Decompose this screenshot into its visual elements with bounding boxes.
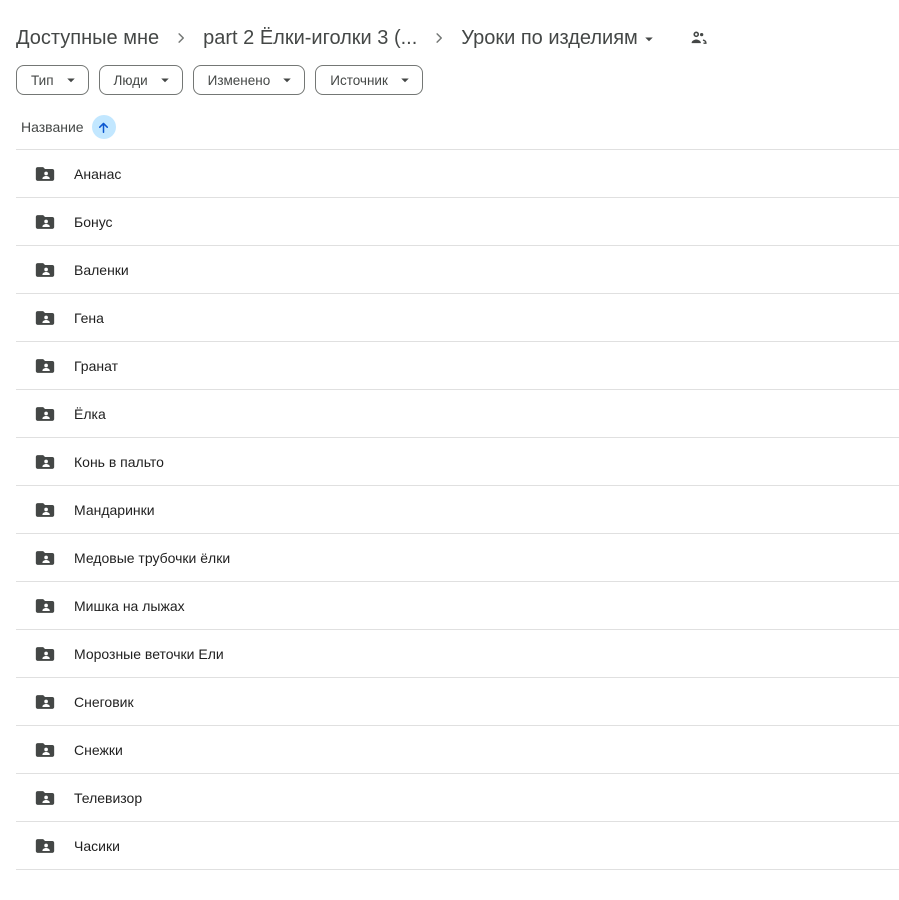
chevron-down-icon xyxy=(62,71,80,89)
filter-chip-source[interactable]: Источник xyxy=(315,65,423,95)
chevron-right-icon xyxy=(424,29,454,47)
table-row[interactable]: Снеговик xyxy=(16,678,899,726)
table-row[interactable]: Валенки xyxy=(16,246,899,294)
table-row[interactable]: Гранат xyxy=(16,342,899,390)
chevron-right-icon xyxy=(166,29,196,47)
table-row[interactable]: Гена xyxy=(16,294,899,342)
file-list-area: Название Ананас Бонус xyxy=(16,105,899,870)
filter-chip-bar: Тип Люди Изменено Источник xyxy=(0,56,899,95)
shared-folder-icon xyxy=(34,211,56,233)
file-list: Ананас Бонус Валенки xyxy=(16,150,899,870)
people-icon xyxy=(688,27,710,49)
shared-folder-icon xyxy=(34,355,56,377)
chevron-down-icon xyxy=(278,71,296,89)
item-name: Гена xyxy=(74,310,104,326)
shared-folder-icon xyxy=(34,307,56,329)
table-row[interactable]: Медовые трубочки ёлки xyxy=(16,534,899,582)
item-name: Валенки xyxy=(74,262,129,278)
shared-folder-icon xyxy=(34,403,56,425)
item-name: Часики xyxy=(74,838,120,854)
shared-folder-icon xyxy=(34,739,56,761)
breadcrumb: Доступные мне part 2 Ёлки-иголки 3 (... … xyxy=(0,0,899,56)
current-folder-label: Уроки по изделиям xyxy=(461,27,638,50)
item-name: Телевизор xyxy=(74,790,142,806)
breadcrumb-item-parent-folder[interactable]: part 2 Ёлки-иголки 3 (... xyxy=(196,24,424,53)
shared-folder-icon xyxy=(34,595,56,617)
filter-chip-type[interactable]: Тип xyxy=(16,65,89,95)
filter-chip-label: Тип xyxy=(31,73,54,88)
sort-ascending-icon xyxy=(92,115,116,139)
item-name: Морозные веточки Ели xyxy=(74,646,224,662)
filter-chip-modified[interactable]: Изменено xyxy=(193,65,306,95)
breadcrumb-item-shared-with-me[interactable]: Доступные мне xyxy=(9,24,166,53)
item-name: Ёлка xyxy=(74,406,106,422)
filter-chip-label: Источник xyxy=(330,73,388,88)
shared-folder-icon xyxy=(34,787,56,809)
list-header: Название xyxy=(16,105,899,150)
table-row[interactable]: Ёлка xyxy=(16,390,899,438)
item-name: Мишка на лыжах xyxy=(74,598,185,614)
table-row[interactable]: Мишка на лыжах xyxy=(16,582,899,630)
table-row[interactable]: Телевизор xyxy=(16,774,899,822)
chevron-down-icon xyxy=(396,71,414,89)
name-column-label: Название xyxy=(21,119,84,135)
shared-folder-icon xyxy=(34,259,56,281)
table-row[interactable]: Бонус xyxy=(16,198,899,246)
item-name: Снежки xyxy=(74,742,123,758)
filter-chip-label: Люди xyxy=(114,73,148,88)
shared-folder-icon xyxy=(34,691,56,713)
shared-folder-icon xyxy=(34,163,56,185)
shared-folder-members-button[interactable] xyxy=(683,22,715,54)
item-name: Ананас xyxy=(74,166,121,182)
shared-folder-icon xyxy=(34,499,56,521)
table-row[interactable]: Мандаринки xyxy=(16,486,899,534)
table-row[interactable]: Конь в пальто xyxy=(16,438,899,486)
item-name: Конь в пальто xyxy=(74,454,164,470)
item-name: Бонус xyxy=(74,214,113,230)
shared-folder-icon xyxy=(34,643,56,665)
shared-folder-icon xyxy=(34,451,56,473)
name-column-sort-button[interactable]: Название xyxy=(21,115,116,139)
item-name: Гранат xyxy=(74,358,118,374)
filter-chip-people[interactable]: Люди xyxy=(99,65,183,95)
item-name: Медовые трубочки ёлки xyxy=(74,550,230,566)
shared-folder-icon xyxy=(34,835,56,857)
table-row[interactable]: Часики xyxy=(16,822,899,870)
table-row[interactable]: Снежки xyxy=(16,726,899,774)
shared-folder-icon xyxy=(34,547,56,569)
item-name: Мандаринки xyxy=(74,502,155,518)
table-row[interactable]: Морозные веточки Ели xyxy=(16,630,899,678)
breadcrumb-item-current-folder[interactable]: Уроки по изделиям xyxy=(454,24,665,53)
folder-menu-caret-icon xyxy=(640,30,658,48)
item-name: Снеговик xyxy=(74,694,134,710)
chevron-down-icon xyxy=(156,71,174,89)
filter-chip-label: Изменено xyxy=(208,73,271,88)
table-row[interactable]: Ананас xyxy=(16,150,899,198)
